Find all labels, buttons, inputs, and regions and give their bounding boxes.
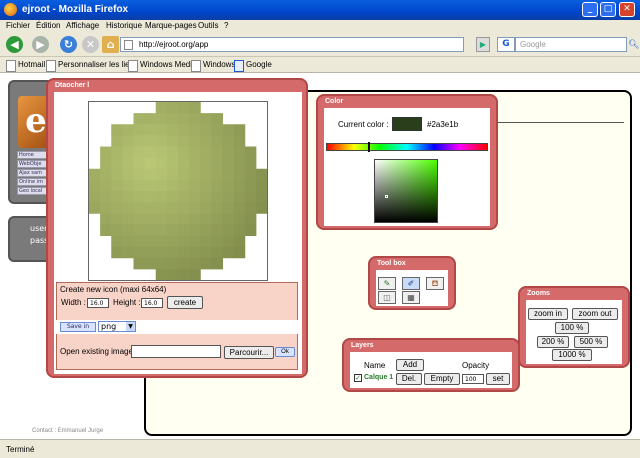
- browse-button[interactable]: Parcourir...: [224, 346, 274, 359]
- hue-marker[interactable]: [368, 142, 370, 152]
- status-text: Terminé: [6, 445, 35, 454]
- layers-title[interactable]: Layers: [351, 342, 374, 349]
- format-select[interactable]: png ▼: [98, 321, 136, 332]
- width-label: Width :: [61, 298, 86, 307]
- bookmark-windows-media[interactable]: Windows Media: [128, 60, 196, 72]
- color-picker-marker[interactable]: [385, 195, 388, 198]
- status-bar: Terminé: [0, 439, 640, 458]
- height-label: Height :: [113, 298, 141, 307]
- editor-title[interactable]: Dtaocher l: [55, 82, 89, 89]
- zoom-200-button[interactable]: 200 %: [537, 336, 569, 348]
- login-user-label: user: [30, 224, 48, 233]
- go-button[interactable]: ▶: [476, 37, 490, 52]
- menu-tools[interactable]: Outils: [198, 21, 218, 30]
- bookmarks-bar: Hotmail Personnaliser les liens Windows …: [0, 57, 640, 73]
- menu-bar: Fichier Édition Affichage Historique Mar…: [0, 20, 640, 33]
- menu-edit[interactable]: Édition: [36, 21, 60, 30]
- zoom-out-button[interactable]: zoom out: [572, 308, 618, 320]
- width-input[interactable]: 16.0: [87, 298, 109, 308]
- chevron-down-icon: ▼: [126, 322, 135, 331]
- search-input[interactable]: Google: [515, 37, 627, 52]
- picker-icon[interactable]: ✐: [402, 277, 420, 290]
- menu-bookmarks[interactable]: Marque-pages: [145, 21, 197, 30]
- layer-opacity-input[interactable]: 100: [462, 374, 484, 384]
- bookmark-customize[interactable]: Personnaliser les liens: [46, 60, 138, 72]
- zoom-in-button[interactable]: zoom in: [528, 308, 568, 320]
- window-titlebar: ejroot - Mozilla Firefox _ □ ✕: [0, 0, 640, 20]
- eraser-icon[interactable]: ◫: [378, 291, 396, 304]
- selection-icon[interactable]: ▦: [402, 291, 420, 304]
- delete-layer-button[interactable]: Del.: [396, 373, 422, 385]
- menu-help[interactable]: ?: [224, 21, 228, 30]
- add-layer-button[interactable]: Add: [396, 359, 424, 371]
- divider-line: [490, 122, 624, 123]
- search-engine-icon[interactable]: G: [497, 37, 515, 52]
- height-input[interactable]: 16.0: [141, 298, 163, 308]
- hue-spectrum-slider[interactable]: [326, 143, 488, 151]
- file-path-input[interactable]: [131, 345, 221, 358]
- layers-name-header: Name: [364, 361, 386, 370]
- menu-file[interactable]: Fichier: [6, 21, 30, 30]
- bookmark-windows[interactable]: Windows: [191, 60, 235, 72]
- minimize-button[interactable]: _: [582, 2, 598, 17]
- layer-visible-checkbox[interactable]: ✓: [354, 374, 362, 382]
- zoom-1000-button[interactable]: 1000 %: [552, 349, 592, 361]
- format-value: png: [101, 322, 117, 331]
- icon-preview-canvas[interactable]: [88, 101, 268, 281]
- stop-icon[interactable]: ✕: [82, 36, 99, 53]
- back-icon[interactable]: ◀: [6, 36, 23, 53]
- sphere-pixel-art: [89, 102, 268, 281]
- reload-icon[interactable]: ↻: [60, 36, 77, 53]
- menu-history[interactable]: Historique: [106, 21, 142, 30]
- page-icon: [124, 40, 133, 50]
- open-existing-label: Open existing image: [60, 347, 133, 356]
- pencil-icon[interactable]: ✎: [378, 277, 396, 290]
- window-title: ejroot - Mozilla Firefox: [22, 4, 129, 15]
- fill-bucket-icon[interactable]: ⛾: [426, 277, 444, 290]
- current-color-swatch: [392, 117, 422, 131]
- maximize-button[interactable]: □: [600, 2, 616, 17]
- saturation-value-picker[interactable]: [374, 159, 438, 223]
- url-text: http://ejroot.org/app: [139, 40, 209, 49]
- bookmark-hotmail[interactable]: Hotmail: [6, 60, 45, 72]
- zooms-title[interactable]: Zooms: [527, 290, 550, 297]
- contact-text: Contact : Emmanuel Jurge: [32, 428, 104, 434]
- url-input[interactable]: http://ejroot.org/app: [120, 37, 464, 52]
- close-button[interactable]: ✕: [619, 2, 635, 17]
- firefox-logo-icon: [4, 3, 17, 16]
- current-color-hex: #2a3e1b: [427, 120, 459, 129]
- zoom-100-button[interactable]: 100 %: [555, 322, 589, 334]
- zoom-500-button[interactable]: 500 %: [574, 336, 608, 348]
- set-opacity-button[interactable]: set: [486, 373, 510, 385]
- current-color-label: Current color :: [338, 120, 389, 129]
- create-title: Create new icon (maxi 64x64): [60, 285, 167, 294]
- create-button[interactable]: create: [167, 296, 203, 309]
- search-go-icon[interactable]: 🔍︎: [628, 40, 639, 50]
- menu-view[interactable]: Affichage: [66, 21, 99, 30]
- empty-layer-button[interactable]: Empty: [424, 373, 460, 385]
- save-in-button[interactable]: Save in: [60, 322, 96, 332]
- ok-button[interactable]: Ok: [275, 347, 295, 357]
- toolbox-title[interactable]: Tool box: [377, 260, 406, 267]
- forward-icon[interactable]: ▶: [32, 36, 49, 53]
- layer-name[interactable]: Calque 1: [364, 374, 393, 381]
- layers-opacity-header: Opacity: [462, 361, 490, 370]
- bookmark-google[interactable]: Google: [234, 60, 272, 72]
- color-title[interactable]: Color: [325, 98, 343, 105]
- home-icon[interactable]: ⌂: [102, 36, 119, 53]
